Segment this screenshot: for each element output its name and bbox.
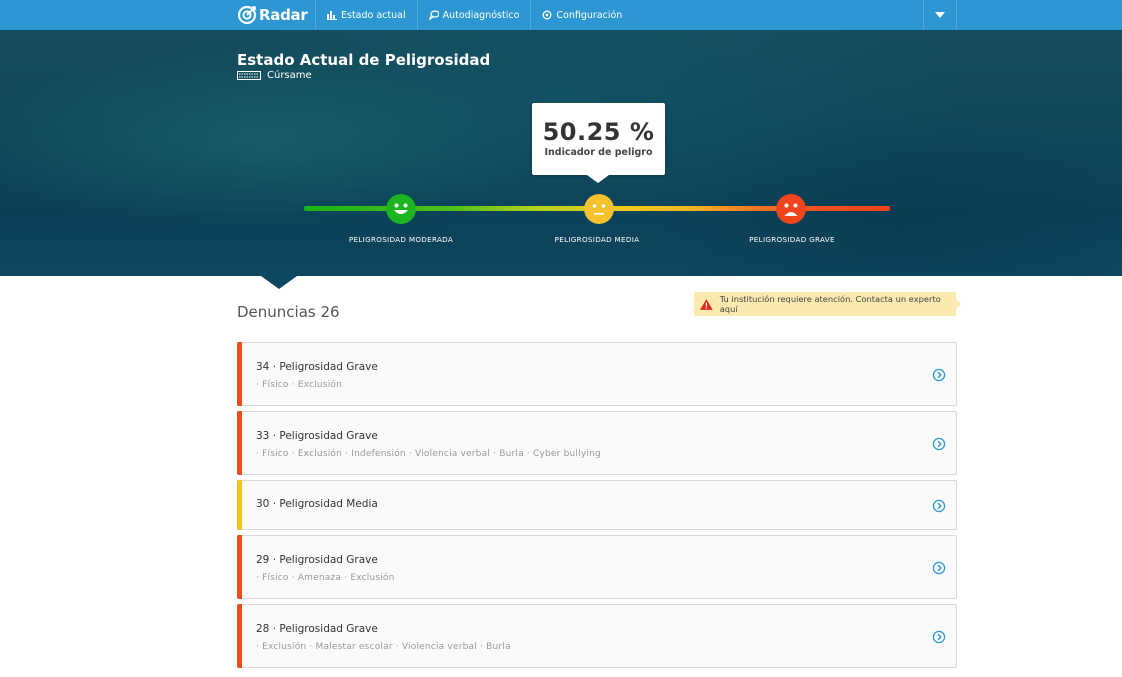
nav-label: Configuración: [556, 9, 623, 21]
school-label: Cúrsame: [267, 70, 312, 81]
severity-bar: [237, 604, 242, 668]
report-title: 30 · Peligrosidad Media: [256, 498, 378, 510]
nav-label: Estado actual: [341, 9, 406, 21]
level-media-label: PELIGROSIDAD MEDIA: [554, 235, 640, 244]
report-card[interactable]: 34 · Peligrosidad Grave · Físico · Exclu…: [237, 342, 957, 406]
severity-bar: [237, 411, 242, 475]
sad-face-icon: [776, 194, 806, 224]
danger-indicator-label: Indicador de peligro: [544, 147, 653, 158]
user-dropdown-button[interactable]: [923, 0, 957, 30]
caret-down-icon: [935, 12, 945, 18]
open-report-icon[interactable]: [932, 561, 946, 575]
danger-indicator-value: 50.25 %: [542, 118, 655, 146]
attention-alert[interactable]: Tu institución requiere atención. Contac…: [694, 292, 961, 316]
open-report-icon[interactable]: [932, 368, 946, 382]
report-card[interactable]: 30 · Peligrosidad Media: [237, 480, 957, 530]
keyboard-icon: [237, 71, 261, 80]
open-report-icon[interactable]: [932, 630, 946, 644]
hero-panel: Estado Actual de Peligrosidad Cúrsame 50…: [0, 30, 1122, 276]
report-title: 34 · Peligrosidad Grave: [256, 361, 378, 373]
bar-chart-icon: [327, 10, 337, 20]
report-tags: · Exclusión · Malestar escolar · Violenc…: [256, 642, 511, 652]
gear-icon: [542, 10, 552, 20]
open-report-icon[interactable]: [932, 437, 946, 451]
nav-label: Autodiagnóstico: [442, 9, 520, 21]
level-moderada-label: PELIGROSIDAD MODERADA: [348, 235, 454, 244]
alert-text: Tu institución requiere atención. Contac…: [719, 294, 941, 314]
nav-autodiagnostico[interactable]: Autodiagnóstico: [416, 0, 531, 30]
report-title: 29 · Peligrosidad Grave: [256, 554, 378, 566]
report-tags: · Físico · Amenaza · Exclusión: [256, 573, 395, 583]
radar-logo[interactable]: Radar: [237, 0, 315, 30]
severity-bar: [237, 480, 242, 530]
chat-bubbles-icon: [428, 10, 439, 20]
page-title: Estado Actual de Peligrosidad: [237, 51, 491, 69]
happy-face-icon: [386, 194, 416, 224]
level-grave-label: PELIGROSIDAD GRAVE: [749, 235, 835, 244]
report-title: 28 · Peligrosidad Grave: [256, 623, 378, 635]
report-card[interactable]: 29 · Peligrosidad Grave · Físico · Amena…: [237, 535, 957, 599]
radar-logo-icon: [237, 5, 257, 25]
nav-configuracion[interactable]: Configuración: [530, 0, 633, 30]
warning-icon: [700, 298, 713, 310]
top-navbar: Radar Estado actual Autodiagnóstico Conf…: [0, 0, 1122, 30]
severity-bar: [237, 342, 242, 406]
neutral-face-icon: [584, 194, 614, 224]
report-card[interactable]: 28 · Peligrosidad Grave · Exclusión · Ma…: [237, 604, 957, 668]
reports-title: Denuncias 26: [237, 303, 340, 321]
report-card[interactable]: 33 · Peligrosidad Grave · Físico · Exclu…: [237, 411, 957, 475]
report-tags: · Físico · Exclusión: [256, 380, 343, 390]
brand-name: Radar: [259, 6, 308, 24]
danger-indicator-bubble: 50.25 % Indicador de peligro: [532, 103, 665, 175]
open-report-icon[interactable]: [932, 499, 946, 513]
nav-estado-actual[interactable]: Estado actual: [315, 0, 417, 30]
bubble-pointer: [587, 175, 609, 183]
hero-notch: [261, 276, 297, 289]
report-title: 33 · Peligrosidad Grave: [256, 430, 378, 442]
report-tags: · Físico · Exclusión · Indefensión · Vio…: [256, 449, 601, 459]
school-name: Cúrsame: [237, 70, 312, 81]
severity-bar: [237, 535, 242, 599]
